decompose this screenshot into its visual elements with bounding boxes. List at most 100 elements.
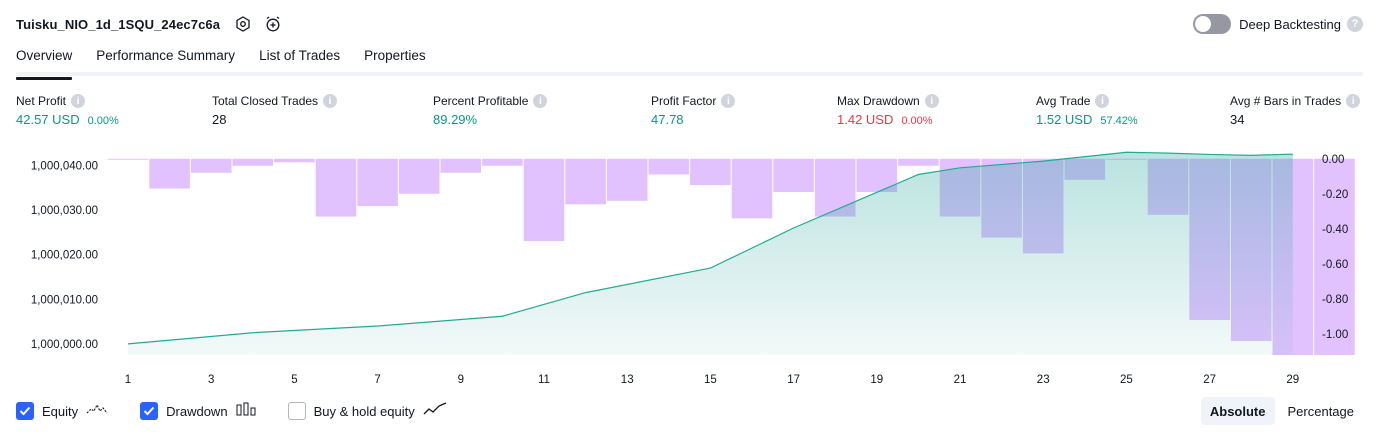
stat-avg-bars-in-trades: Avg # Bars in Trades i 34 <box>1230 92 1361 130</box>
drawdown-bars-icon <box>236 402 256 421</box>
drawdown-bar <box>107 158 149 160</box>
tab-properties[interactable]: Properties <box>364 42 426 76</box>
drawdown-bar <box>274 158 315 163</box>
tab-overview[interactable]: Overview <box>16 42 73 80</box>
x-axis-tick-label: 7 <box>374 374 380 386</box>
x-axis-tick-label: 15 <box>704 374 717 386</box>
drawdown-bar <box>357 158 398 207</box>
x-trade-axis: 1 3 5 7 9 11 13 15 17 19 21 23 25 27 29 <box>125 374 1299 386</box>
drawdown-bar <box>690 158 731 186</box>
stat-label: Profit Factor <box>651 94 717 108</box>
alarm-clock-add-icon[interactable] <box>262 13 284 35</box>
stat-label: Total Closed Trades <box>212 94 319 108</box>
x-axis-tick-label: 25 <box>1120 374 1133 386</box>
legend-drawdown[interactable]: Drawdown <box>140 402 256 421</box>
x-axis-tick-label: 13 <box>621 374 634 386</box>
drawdown-bar <box>523 158 565 242</box>
stat-sub-value: 57.42% <box>1100 115 1138 127</box>
right-axis-tick-label: -1.00 <box>1322 329 1348 341</box>
info-icon[interactable]: i <box>721 94 736 108</box>
deep-backtesting-toggle[interactable] <box>1193 14 1232 34</box>
right-axis-tick-label: -0.80 <box>1322 294 1348 306</box>
right-axis-tick-label: -0.20 <box>1322 189 1348 201</box>
drawdown-bar <box>898 158 939 166</box>
stat-total-closed-trades: Total Closed Trades i 28 <box>212 92 338 130</box>
x-axis-tick-label: 3 <box>208 374 214 386</box>
stat-value: 1.52 USD <box>1036 112 1093 127</box>
buy-hold-label: Buy & hold equity <box>313 403 415 419</box>
strategy-title: Tuisku_NIO_1d_1SQU_24ec7c6a <box>16 16 221 32</box>
settings-gear-icon[interactable] <box>232 13 254 35</box>
drawdown-bar <box>565 158 606 205</box>
equity-checkbox[interactable] <box>16 402 34 420</box>
stat-label: Max Drawdown <box>837 94 920 108</box>
x-axis-tick-label: 23 <box>1037 374 1050 386</box>
deep-backtesting: Deep Backtesting ? <box>1193 12 1363 36</box>
info-icon[interactable]: i <box>924 94 939 108</box>
drawdown-bar <box>232 158 274 166</box>
drawdown-label: Drawdown <box>166 403 228 419</box>
stat-value: 42.57 USD <box>16 112 80 127</box>
left-axis-tick-label: 1,000,040.00 <box>31 161 98 173</box>
info-icon[interactable]: i <box>71 94 86 108</box>
stat-value: 34 <box>1230 112 1245 127</box>
x-axis-tick-label: 21 <box>954 374 967 386</box>
stat-sub-value: 0.00% <box>901 115 933 127</box>
x-axis-tick-label: 9 <box>458 374 464 386</box>
x-axis-tick-label: 1 <box>125 374 131 386</box>
info-icon[interactable]: i <box>323 94 338 108</box>
tab-list-of-trades[interactable]: List of Trades <box>259 42 340 76</box>
drawdown-checkbox[interactable] <box>140 402 159 420</box>
tab-bar: Overview Performance Summary List of Tra… <box>16 42 1363 80</box>
stat-sub-value: 0.00% <box>87 115 119 127</box>
deep-backtesting-label: Deep Backtesting <box>1239 16 1341 32</box>
stat-value: 28 <box>212 112 227 127</box>
equity-label: Equity <box>42 403 79 419</box>
left-axis-tick-label: 1,000,000.00 <box>31 339 98 351</box>
chart-legend: Equity Drawdown Buy & hold equity <box>16 400 479 422</box>
drawdown-bar <box>440 158 482 173</box>
stat-label: Avg # Bars in Trades <box>1230 94 1342 108</box>
x-axis-tick-label: 11 <box>538 374 550 386</box>
absolute-button[interactable]: Absolute <box>1200 397 1275 425</box>
stat-value: 47.78 <box>651 112 684 127</box>
equity-drawdown-chart[interactable]: 1,000,000.00 1,000,010.00 1,000,020.00 1,00… <box>0 140 1379 390</box>
drawdown-bar <box>606 158 648 201</box>
x-axis-tick-label: 29 <box>1286 374 1299 386</box>
x-axis-tick-label: 17 <box>787 374 800 386</box>
stat-percent-profitable: Percent Profitable i 89.29% <box>433 92 548 130</box>
drawdown-bar <box>149 158 190 189</box>
info-icon[interactable]: i <box>1095 94 1110 108</box>
drawdown-bar <box>773 158 814 193</box>
legend-buy-hold[interactable]: Buy & hold equity <box>287 401 447 421</box>
drawdown-bar <box>315 158 357 217</box>
drawdown-bar <box>482 158 523 166</box>
drawdown-bar <box>398 158 440 194</box>
stat-label: Percent Profitable <box>433 94 529 108</box>
toggle-knob <box>1195 16 1212 32</box>
left-axis-tick-label: 1,000,020.00 <box>31 250 98 262</box>
percentage-button[interactable]: Percentage <box>1279 397 1364 425</box>
stat-max-drawdown: Max Drawdown i 1.42 USD 0.00% <box>837 92 939 130</box>
stat-avg-trade: Avg Trade i 1.52 USD 57.42% <box>1036 92 1138 130</box>
x-axis-tick-label: 19 <box>870 374 883 386</box>
left-axis-tick-label: 1,000,010.00 <box>31 294 98 306</box>
left-axis-tick-label: 1,000,030.00 <box>31 205 98 217</box>
drawdown-bar <box>190 158 232 173</box>
info-icon[interactable]: i <box>1346 94 1361 108</box>
stat-label: Net Profit <box>16 94 67 108</box>
tab-performance-summary[interactable]: Performance Summary <box>96 42 235 76</box>
buy-hold-line-icon <box>423 401 447 421</box>
info-icon[interactable]: i <box>533 94 548 108</box>
x-axis-tick-label: 27 <box>1203 374 1216 386</box>
drawdown-bar <box>731 158 773 219</box>
right-axis-tick-label: 0.00 <box>1322 154 1344 166</box>
right-axis-tick-label: -0.40 <box>1322 224 1348 236</box>
help-icon[interactable]: ? <box>1347 16 1363 32</box>
strategy-header: Tuisku_NIO_1d_1SQU_24ec7c6a <box>16 12 284 36</box>
legend-equity[interactable]: Equity <box>16 402 108 421</box>
equity-line-icon <box>86 402 108 421</box>
left-price-axis: 1,000,000.00 1,000,010.00 1,000,020.00 1,00… <box>31 161 98 351</box>
buy-hold-checkbox[interactable] <box>287 402 306 420</box>
stat-value: 1.42 USD <box>837 112 894 127</box>
